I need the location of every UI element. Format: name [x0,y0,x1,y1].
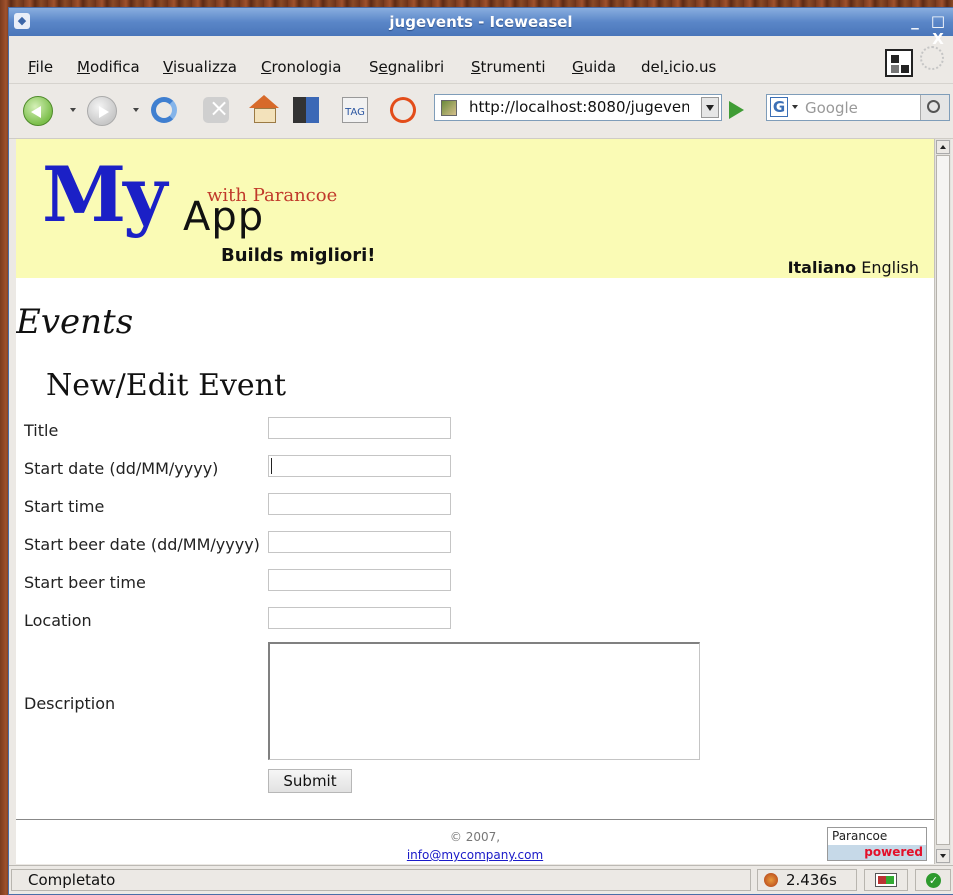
menu-guida[interactable]: Guida [572,58,616,76]
validation-status-panel[interactable]: ✓ [915,869,951,891]
go-arrow-icon[interactable] [729,101,744,119]
url-text[interactable]: http://localhost:8080/jugevents [469,98,689,116]
menu-modifica[interactable]: Modifica [77,58,140,76]
window-title: jugevents - Iceweasel [389,13,573,31]
status-bar: Completato 2.436s ✓ [9,865,953,895]
footer-divider [16,819,934,820]
scroll-up-icon[interactable] [936,140,950,154]
logo-app-text: App [183,194,265,240]
firebug-icon [764,873,778,887]
logo-my-text: My [42,150,167,239]
stop-icon[interactable] [203,94,229,123]
footer-email: info@mycompany.com [16,848,934,862]
bookmark-icon[interactable] [293,97,319,123]
start-time-input[interactable] [268,493,451,515]
form-title: New/Edit Event [46,368,287,403]
title-label: Title [24,421,59,440]
page-content: My with Parancoe App Builds migliori! It… [16,139,934,864]
search-box[interactable]: G Google [766,94,950,121]
scroll-down-icon[interactable] [936,849,950,863]
menu-delicious[interactable]: del.icio.us [641,58,716,76]
forward-history-dropdown-icon[interactable] [133,108,139,112]
close-button[interactable]: □ X [923,12,953,48]
start-beer-time-input[interactable] [268,569,451,591]
start-date-input[interactable] [268,455,451,477]
start-time-label: Start time [24,497,105,516]
menu-file[interactable]: File [28,58,53,76]
url-history-dropdown-icon[interactable] [701,97,719,118]
start-beer-date-label: Start beer date (dd/MM/yyyy) [24,535,260,554]
reload-icon[interactable] [151,97,177,123]
location-input[interactable] [268,607,451,629]
display-icon [875,873,897,887]
page-heading: Events [16,302,134,342]
lang-english-link[interactable]: English [861,258,919,277]
vertical-scrollbar[interactable] [934,139,951,864]
logo-tagline: Builds migliori! [221,245,376,266]
page-load-time: 2.436s [786,871,837,889]
text-caret [271,458,272,474]
extension-icon[interactable] [385,92,421,128]
forward-arrow-icon[interactable] [87,96,117,126]
page-image-icon[interactable] [885,49,913,77]
menu-visualizza[interactable]: Visualizza [163,58,237,76]
description-textarea[interactable] [268,642,700,760]
menu-bar: File Modifica Visualizza Cronologia Segn… [9,37,953,84]
menu-segnalibri[interactable]: Segnalibri [369,58,444,76]
footer-copyright: © 2007, [449,830,501,844]
scrollbar-thumb[interactable] [936,155,950,845]
search-placeholder[interactable]: Google [805,99,858,117]
browser-window: ◆ jugevents - Iceweasel _ □ X File Modif… [9,8,953,894]
menu-strumenti[interactable]: Strumenti [471,58,545,76]
menu-cronologia[interactable]: Cronologia [261,58,341,76]
activity-throbber-icon [920,46,944,70]
back-history-dropdown-icon[interactable] [70,108,76,112]
tag-icon[interactable]: TAG [342,97,368,123]
search-engine-dropdown-icon[interactable] [792,105,798,109]
minimize-button[interactable]: _ [907,12,923,30]
site-favicon-icon [441,100,457,116]
badge-parancoe-text: Parancoe [832,829,888,843]
footer-email-link[interactable]: info@mycompany.com [407,848,543,862]
check-icon: ✓ [926,873,941,888]
site-banner: My with Parancoe App Builds migliori! It… [16,139,934,278]
title-bar[interactable]: ◆ jugevents - Iceweasel _ □ X [9,8,953,48]
status-text: Completato [11,869,751,891]
start-beer-date-input[interactable] [268,531,451,553]
start-beer-time-label: Start beer time [24,573,146,592]
home-icon[interactable] [249,95,279,123]
search-magnifier-icon[interactable] [920,95,949,120]
location-label: Location [24,611,92,630]
language-switcher: Italiano English [788,258,919,277]
title-input[interactable] [268,417,451,439]
address-bar[interactable]: http://localhost:8080/jugevents [434,94,722,121]
status-extension-panel[interactable] [864,869,908,891]
start-date-label: Start date (dd/MM/yyyy) [24,459,219,478]
back-arrow-icon[interactable] [23,96,53,126]
search-engine-icon[interactable]: G [770,97,788,117]
submit-button[interactable]: Submit [268,769,352,793]
badge-powered-text: powered [828,845,926,860]
parancoe-powered-badge[interactable]: Parancoe powered [827,827,927,861]
navigation-toolbar: TAG http://localhost:8080/jugevents G Go… [9,84,953,139]
lang-italiano-link[interactable]: Italiano [788,258,857,277]
page-timer-panel[interactable]: 2.436s [757,869,857,891]
description-label: Description [24,694,116,713]
